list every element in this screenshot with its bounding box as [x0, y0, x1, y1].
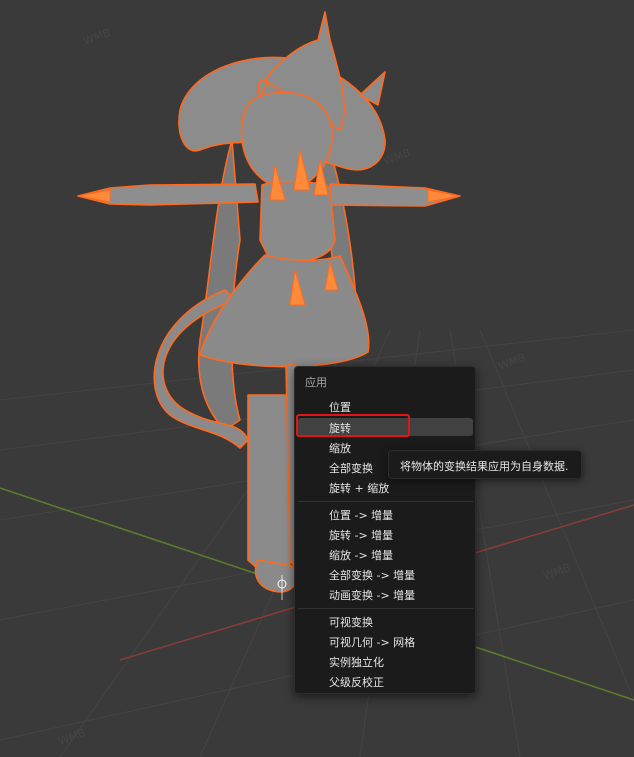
menu-separator — [298, 501, 473, 502]
menu-item-visual-transform[interactable]: 可视变换 — [298, 612, 473, 630]
svg-text:WMB: WMB — [382, 146, 413, 168]
annotation-highlight-box — [296, 414, 410, 437]
menu-separator — [298, 608, 473, 609]
menu-item-visual-geometry-to-mesh[interactable]: 可视几何 -> 网格 — [298, 632, 473, 650]
menu-item-scale-to-deltas[interactable]: 缩放 -> 增量 — [298, 545, 473, 563]
svg-text:WMB: WMB — [497, 351, 528, 373]
rotation-tooltip: 将物体的变换结果应用为自身数据. — [388, 450, 582, 479]
tooltip-text: 将物体的变换结果应用为自身数据. — [400, 460, 569, 473]
menu-title: 应用 — [305, 376, 327, 389]
menu-item-make-instances-real[interactable]: 实例独立化 — [298, 652, 473, 670]
svg-text:WMB: WMB — [542, 561, 573, 583]
menu-item-location[interactable]: 位置 — [298, 397, 473, 415]
svg-text:WMB: WMB — [82, 26, 113, 48]
menu-item-all-transforms-to-deltas[interactable]: 全部变换 -> 增量 — [298, 565, 473, 583]
menu-item-rotation-to-deltas[interactable]: 旋转 -> 增量 — [298, 525, 473, 543]
menu-item-parent-inverse[interactable]: 父级反校正 — [298, 672, 473, 690]
menu-item-location-to-deltas[interactable]: 位置 -> 增量 — [298, 505, 473, 523]
svg-text:WMB: WMB — [57, 726, 88, 748]
menu-item-animated-transforms-to-deltas[interactable]: 动画变换 -> 增量 — [298, 585, 473, 603]
menu-item-rotation-scale[interactable]: 旋转 + 缩放 — [298, 478, 473, 496]
